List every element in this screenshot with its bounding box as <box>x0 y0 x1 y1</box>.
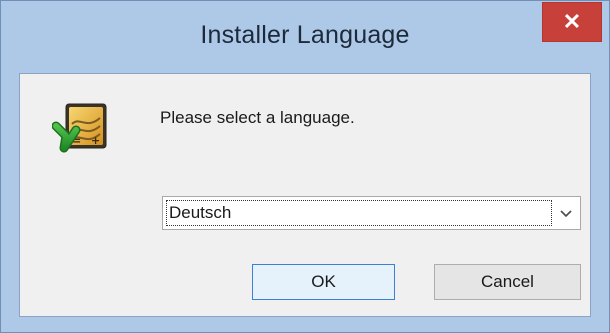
dialog-body: + = Please select a language. Deutsch OK… <box>19 73 591 317</box>
svg-text:+: + <box>91 134 100 147</box>
chevron-down-icon[interactable] <box>558 205 574 221</box>
window-title: Installer Language <box>200 21 410 49</box>
installer-icon: + = <box>51 96 112 156</box>
title-bar[interactable]: Installer Language ✕ <box>1 1 609 73</box>
ok-button[interactable]: OK <box>252 264 395 300</box>
selected-language: Deutsch <box>169 203 232 222</box>
prompt-text: Please select a language. <box>160 108 355 127</box>
language-select[interactable]: Deutsch <box>162 196 581 230</box>
installer-language-window: Installer Language ✕ + = Please select a… <box>0 0 610 333</box>
close-icon: ✕ <box>562 9 582 34</box>
cancel-button[interactable]: Cancel <box>434 264 581 300</box>
close-button[interactable]: ✕ <box>542 2 602 42</box>
